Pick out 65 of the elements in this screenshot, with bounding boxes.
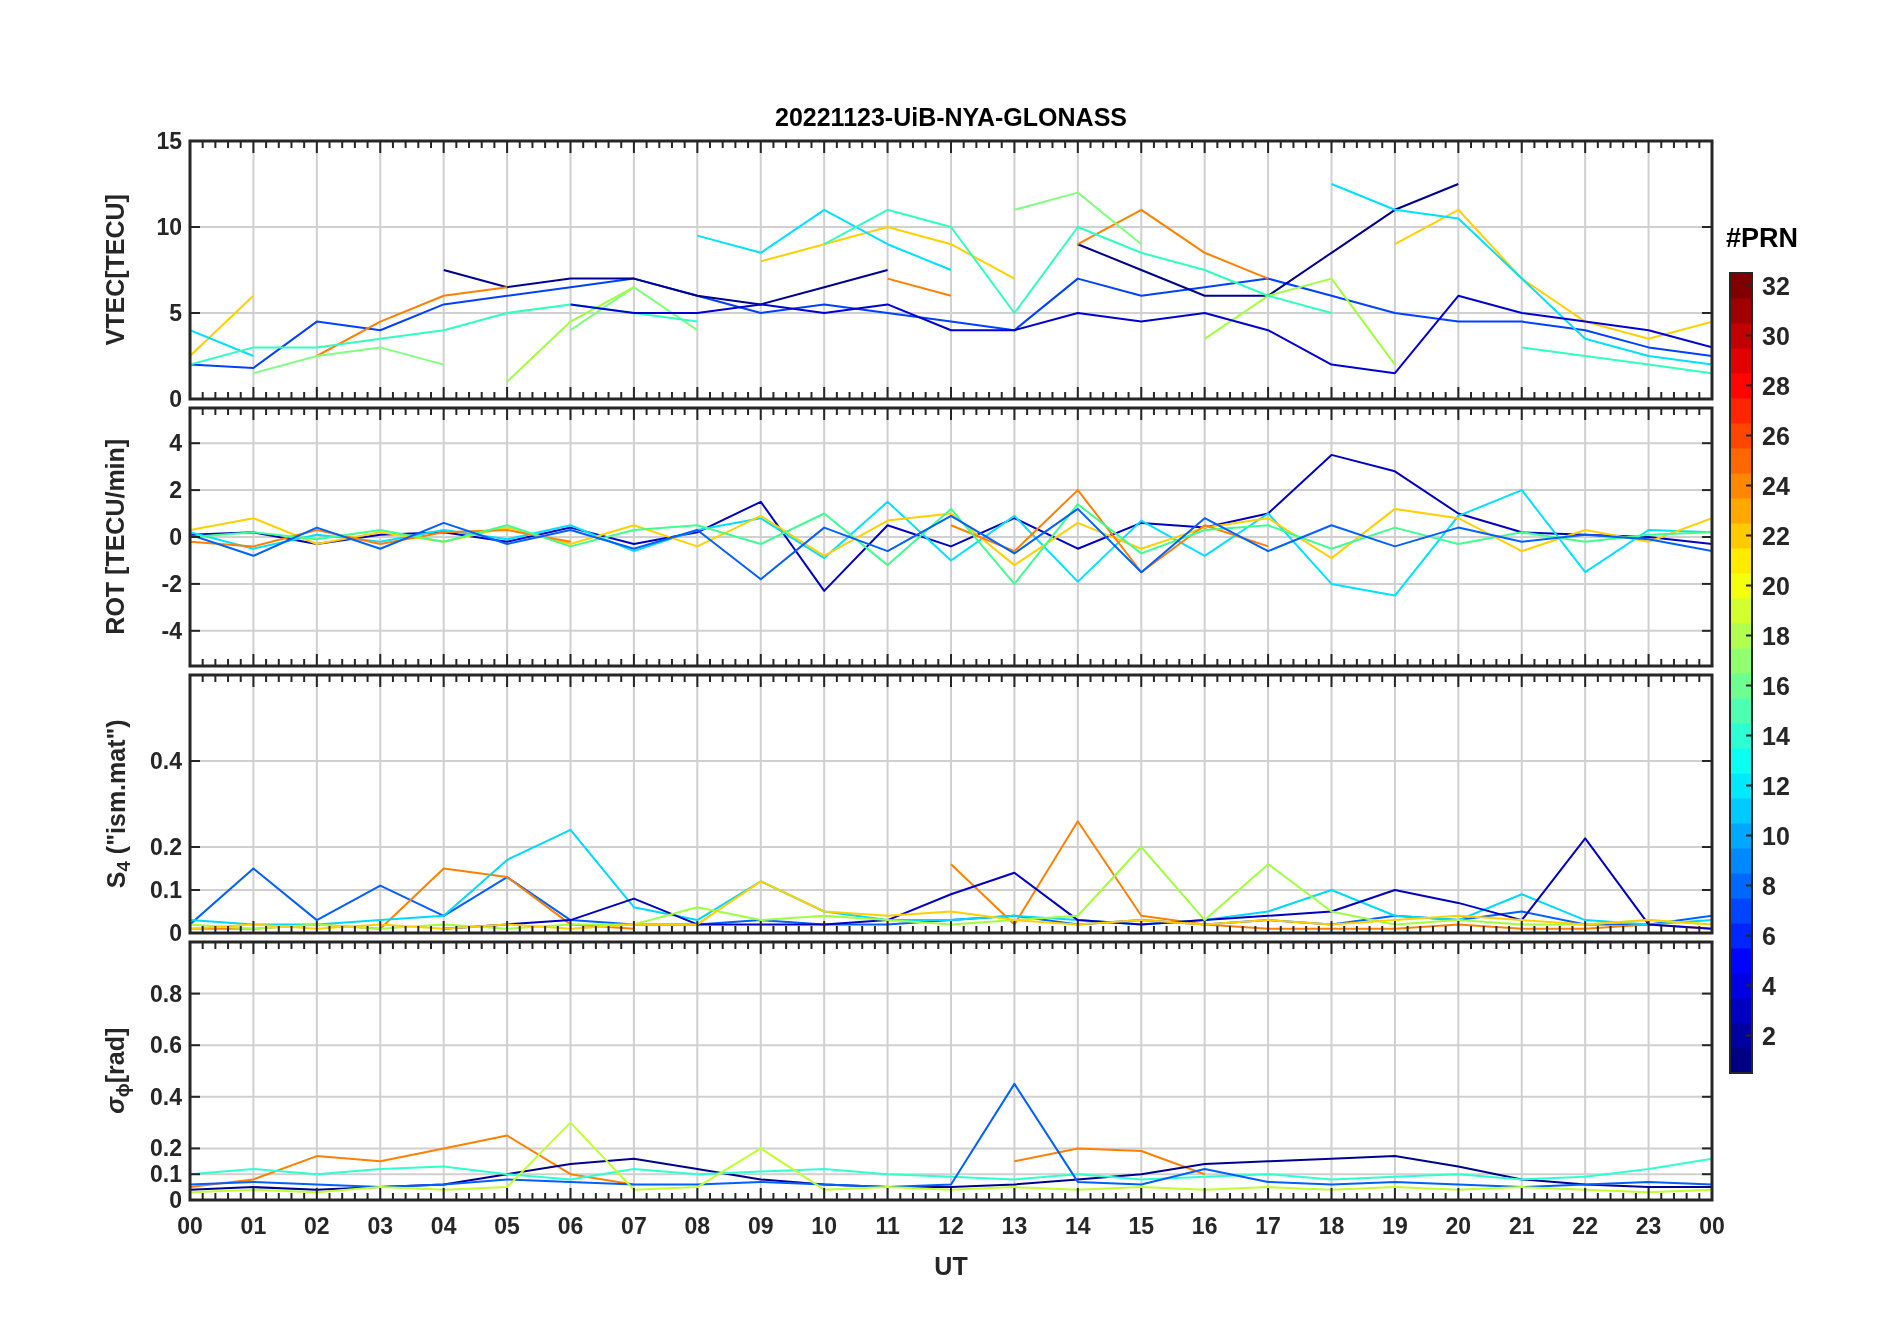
tick-label: 2: [169, 477, 182, 504]
tick-label: 20: [1762, 571, 1790, 599]
tick-label: 00: [1699, 1213, 1725, 1239]
tick-label: 18: [1762, 621, 1790, 649]
tick-label: 12: [1762, 771, 1790, 799]
tick-label: 4: [1762, 971, 1776, 999]
tick-label: 28: [1762, 371, 1790, 399]
tick-label: 6: [1762, 921, 1776, 949]
tick-label: 15: [156, 128, 182, 154]
tick-label: 0.2: [150, 834, 182, 860]
tick-label: 0: [169, 524, 182, 550]
tick-label: 0.6: [150, 1032, 182, 1059]
tick-label: 20: [1445, 1213, 1472, 1239]
tick-label: 22: [1762, 521, 1790, 549]
axis-label: ROT [TECU/min]: [100, 439, 131, 635]
tick-label: 30: [1762, 321, 1790, 349]
tick-label: 0: [169, 386, 182, 412]
tick-label: 14: [1762, 721, 1790, 749]
tick-label: 0.1: [150, 877, 182, 903]
tick-label: 21: [1508, 1213, 1535, 1239]
tick-label: 11: [875, 1213, 900, 1239]
tick-label: 10: [811, 1213, 837, 1239]
tick-label: 06: [557, 1213, 584, 1239]
tick-label: 0.1: [150, 1161, 182, 1188]
tick-label: 0.4: [150, 748, 182, 774]
tick-label: 16: [1762, 671, 1790, 699]
tick-label: 0.2: [150, 1135, 182, 1162]
tick-label: 00: [177, 1213, 203, 1239]
tick-label: 0: [169, 920, 182, 946]
tick-label: 19: [1382, 1213, 1408, 1239]
tick-label: 10: [1762, 821, 1790, 849]
tick-label: 01: [240, 1213, 267, 1239]
tick-label: 23: [1635, 1213, 1662, 1239]
tick-label: 03: [367, 1213, 394, 1239]
tick-label: 04: [430, 1213, 457, 1239]
tick-label: 10: [156, 214, 182, 240]
tick-label: 16: [1191, 1213, 1218, 1239]
tick-label: 22: [1572, 1213, 1598, 1239]
tick-label: 32: [1762, 271, 1790, 299]
tick-label: -4: [161, 617, 182, 644]
chart-title: 20221123-UiB-NYA-GLONASS: [775, 102, 1127, 132]
tick-label: 2: [1762, 1021, 1776, 1049]
tick-label: 0: [169, 1187, 182, 1213]
tick-label: 0.8: [150, 980, 182, 1007]
tick-label: 24: [1762, 471, 1790, 499]
tick-label: 26: [1762, 421, 1790, 449]
tick-label: -2: [161, 570, 182, 597]
tick-label: 18: [1318, 1213, 1345, 1239]
tick-label: 09: [747, 1213, 774, 1239]
axis-label: VTEC[TECU]: [100, 194, 131, 346]
tick-label: 8: [1762, 871, 1776, 899]
tick-label: 0.4: [150, 1083, 182, 1110]
tick-label: 5: [169, 300, 182, 326]
axis-label: UT: [934, 1251, 968, 1282]
tick-label: 12: [938, 1213, 964, 1239]
tick-label: 02: [304, 1213, 330, 1239]
tick-label: 14: [1065, 1213, 1091, 1239]
tick-label: 07: [621, 1213, 647, 1239]
tick-label: 05: [494, 1213, 520, 1239]
tick-label: 17: [1255, 1213, 1281, 1239]
tick-label: 15: [1128, 1213, 1155, 1239]
colorbar-title: #PRN: [1726, 222, 1800, 255]
tick-label: 13: [1001, 1213, 1028, 1239]
tick-label: 4: [169, 430, 182, 457]
tick-label: 08: [684, 1213, 711, 1239]
